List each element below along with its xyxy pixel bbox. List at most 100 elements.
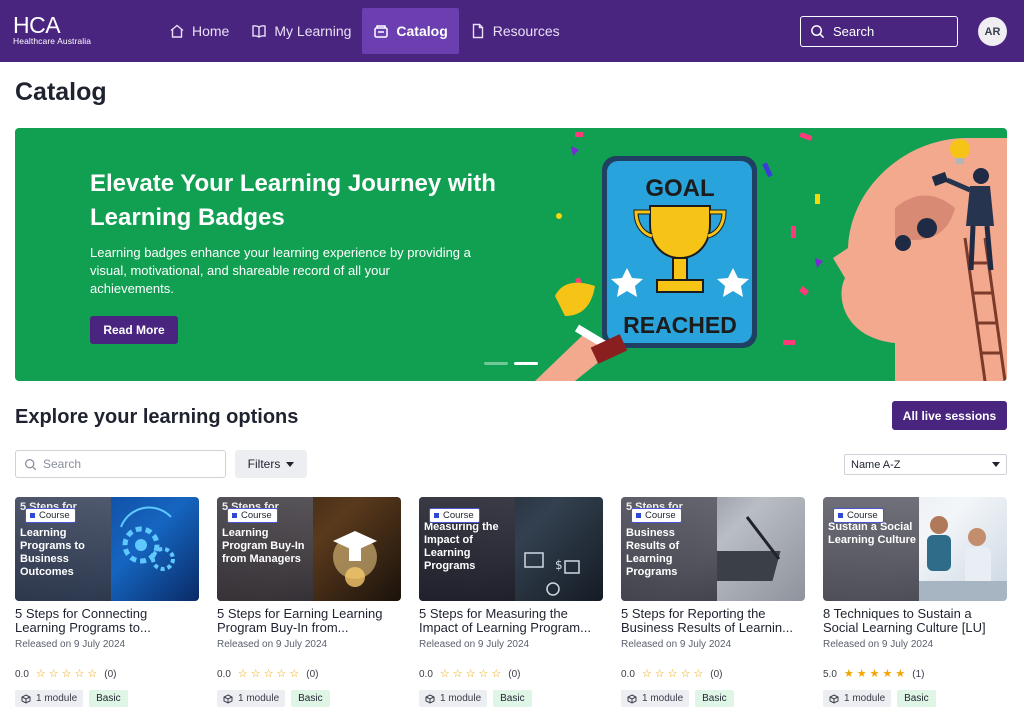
- star-icon: ☆: [87, 668, 98, 680]
- sort-value: Name A-Z: [851, 458, 901, 471]
- rating-value: 0.0: [15, 669, 29, 680]
- thumbnail-text: Learning Program Buy-In from Managers: [222, 527, 305, 565]
- nav-resources-label: Resources: [492, 23, 560, 39]
- course-thumbnail[interactable]: 5 Steps for Learning Programs to Busines…: [15, 497, 199, 601]
- rating-value: 0.0: [621, 669, 635, 680]
- caret-down-icon: [992, 462, 1000, 467]
- cube-icon: [223, 693, 233, 704]
- course-badge: Course: [25, 508, 76, 523]
- badge-label: Course: [645, 510, 676, 521]
- laptop-image: [717, 516, 781, 581]
- star-icon: ☆: [74, 668, 85, 680]
- course-card[interactable]: 5 Steps for Business Results of Learning…: [621, 497, 805, 707]
- thumbnail-text: Business Results of Learning Programs: [626, 527, 680, 578]
- course-tags: 1 module Basic: [217, 690, 330, 707]
- rating-count: (0): [710, 669, 723, 680]
- course-badge: Course: [833, 508, 884, 523]
- star-icon: ☆: [48, 668, 59, 680]
- course-card[interactable]: Sustain a Social Learning Culture Course…: [823, 497, 1007, 707]
- carousel-dot-2[interactable]: [514, 362, 538, 365]
- level-tag: Basic: [493, 690, 532, 707]
- gears-image: [120, 506, 175, 571]
- page-title: Catalog: [15, 78, 107, 106]
- course-title-line2[interactable]: Impact of Learning Program...: [419, 621, 603, 635]
- search-icon: [24, 458, 37, 470]
- global-search-button[interactable]: Search: [800, 16, 958, 47]
- banner-description: Learning badges enhance your learning ex…: [90, 245, 471, 296]
- star-icon: ★: [869, 668, 880, 680]
- course-card[interactable]: 5 Steps for Learning Programs to Busines…: [15, 497, 199, 707]
- course-rating: 0.0 ☆ ☆ ☆ ☆ ☆ (0): [15, 669, 117, 681]
- rating-value: 5.0: [823, 669, 837, 680]
- level-tag: Basic: [89, 690, 128, 707]
- graduation-cap-image: [333, 531, 377, 587]
- filters-button[interactable]: Filters: [235, 450, 307, 478]
- course-badge: Course: [631, 508, 682, 523]
- course-badge: Course: [227, 508, 278, 523]
- rating-stars: ☆ ☆ ☆ ☆ ☆: [440, 669, 501, 680]
- course-title-line2[interactable]: Learning Programs to...: [15, 621, 199, 635]
- rating-stars: ☆ ☆ ☆ ☆ ☆: [238, 669, 299, 680]
- svg-text:$: $: [555, 558, 563, 572]
- module-count-tag: 1 module: [15, 690, 84, 707]
- star-icon: ☆: [478, 668, 489, 680]
- catalog-search-input[interactable]: Search: [15, 450, 226, 478]
- course-thumbnail[interactable]: 5 Steps for Business Results of Learning…: [621, 497, 805, 601]
- course-thumbnail[interactable]: Sustain a Social Learning Culture Course: [823, 497, 1007, 601]
- caret-down-icon: [286, 461, 295, 467]
- nav-catalog[interactable]: Catalog: [362, 8, 459, 54]
- course-title-line1[interactable]: 5 Steps for Earning Learning: [217, 607, 401, 621]
- badge-label: Course: [847, 510, 878, 521]
- star-icon: ★: [856, 668, 867, 680]
- logo-main-text: HCA: [13, 12, 61, 38]
- all-live-sessions-button[interactable]: All live sessions: [892, 401, 1007, 430]
- filters-label: Filters: [247, 457, 281, 471]
- hca-logo[interactable]: HCA Healthcare Australia: [13, 12, 92, 47]
- course-rating: 0.0 ☆ ☆ ☆ ☆ ☆ (0): [419, 669, 521, 681]
- course-title-line1[interactable]: 5 Steps for Connecting: [15, 607, 199, 621]
- star-icon: ☆: [289, 668, 300, 680]
- level-tag: Basic: [291, 690, 330, 707]
- course-title-line2[interactable]: Social Learning Culture [LU]: [823, 621, 1007, 635]
- course-title-line1[interactable]: 5 Steps for Reporting the: [621, 607, 805, 621]
- release-date: Released on 9 July 2024: [15, 639, 126, 650]
- course-rating: 0.0 ☆ ☆ ☆ ☆ ☆ (0): [621, 668, 723, 681]
- thumbnail-text: Measuring the Impact of Learning Program…: [424, 521, 499, 572]
- course-thumbnail[interactable]: $ Measuring the Impact of Learning Progr…: [419, 497, 603, 601]
- module-count-tag: 1 module: [621, 690, 690, 707]
- release-date: Released on 9 July 2024: [419, 639, 530, 650]
- nav-resources[interactable]: Resources: [459, 8, 571, 54]
- user-avatar[interactable]: AR: [978, 17, 1007, 46]
- star-icon: ☆: [276, 668, 287, 680]
- course-title-line1[interactable]: 8 Techniques to Sustain a: [823, 607, 1007, 621]
- art-goal-text: GOAL: [645, 175, 714, 202]
- global-search-label: Search: [833, 24, 875, 39]
- rating-count: (0): [508, 669, 521, 680]
- badge-label: Course: [443, 510, 474, 521]
- star-icon: ☆: [654, 668, 665, 680]
- sort-select[interactable]: Name A-Z: [844, 454, 1007, 475]
- art-reached-text: REACHED: [623, 312, 737, 338]
- read-more-button[interactable]: Read More: [90, 316, 178, 344]
- course-card[interactable]: 5 Steps for Learning Program Buy-In from…: [217, 497, 401, 707]
- badge-square-icon: [232, 513, 237, 518]
- course-card[interactable]: $ Measuring the Impact of Learning Progr…: [419, 497, 603, 707]
- top-navigation-bar: HCA Healthcare Australia Home My Learnin…: [0, 0, 1024, 62]
- star-icon: ☆: [35, 668, 46, 680]
- course-title-line1[interactable]: 5 Steps for Measuring the: [419, 607, 603, 621]
- badge-square-icon: [30, 513, 35, 518]
- nav-my-learning[interactable]: My Learning: [240, 8, 362, 54]
- nav-catalog-label: Catalog: [396, 23, 448, 39]
- release-date: Released on 9 July 2024: [621, 639, 732, 650]
- rating-stars: ☆ ☆ ☆ ☆ ☆: [36, 669, 97, 680]
- course-title-line2[interactable]: Program Buy-In from...: [217, 621, 401, 635]
- course-title-line2[interactable]: Business Results of Learnin...: [621, 621, 805, 635]
- course-thumbnail[interactable]: 5 Steps for Learning Program Buy-In from…: [217, 497, 401, 601]
- star-icon: ☆: [250, 668, 261, 680]
- nav-home[interactable]: Home: [158, 8, 240, 54]
- badge-square-icon: [838, 513, 843, 518]
- carousel-dot-1[interactable]: [484, 362, 508, 365]
- logo-sub-text: Healthcare Australia: [13, 36, 92, 46]
- module-count-tag: 1 module: [217, 690, 286, 707]
- nav-my-learning-label: My Learning: [274, 23, 352, 39]
